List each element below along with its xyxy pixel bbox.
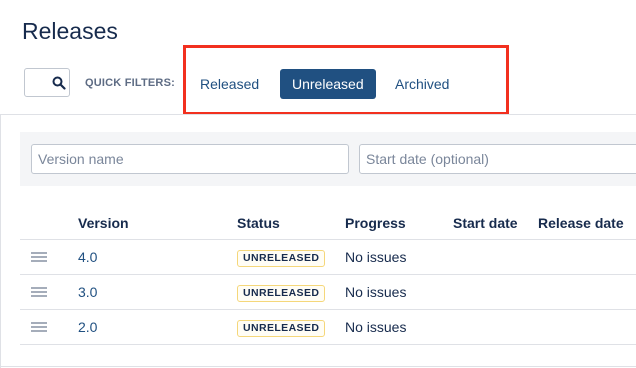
status-badge: UNRELEASED	[237, 320, 326, 337]
drag-handle-icon[interactable]	[31, 252, 47, 263]
search-input[interactable]	[24, 68, 70, 97]
table-row-divider	[20, 239, 636, 240]
column-header-start-date: Start date	[453, 215, 518, 231]
progress-text: No issues	[345, 284, 407, 300]
page-title: Releases	[22, 18, 118, 44]
version-name-input[interactable]	[31, 144, 349, 174]
drag-handle-icon[interactable]	[31, 322, 47, 333]
quick-filters-label: QUICK FILTERS:	[85, 77, 175, 89]
drag-handle-icon[interactable]	[31, 287, 47, 298]
table-row-divider	[20, 309, 636, 310]
table-row-divider	[20, 274, 636, 275]
column-header-release-date: Release date	[538, 215, 624, 231]
version-link[interactable]: 2.0	[78, 319, 97, 335]
divider	[0, 114, 636, 115]
highlight-box	[183, 45, 509, 115]
divider	[0, 366, 636, 367]
column-header-status: Status	[237, 215, 280, 231]
status-badge: UNRELEASED	[237, 285, 326, 302]
progress-text: No issues	[345, 249, 407, 265]
status-badge: UNRELEASED	[237, 250, 326, 267]
version-link[interactable]: 3.0	[78, 284, 97, 300]
column-header-progress: Progress	[345, 215, 406, 231]
table-row-divider	[20, 344, 636, 345]
search-icon	[52, 76, 66, 90]
start-date-input[interactable]	[359, 144, 636, 174]
divider	[0, 114, 1, 368]
progress-text: No issues	[345, 319, 407, 335]
version-link[interactable]: 4.0	[78, 249, 97, 265]
column-header-version[interactable]: Version	[78, 215, 129, 231]
